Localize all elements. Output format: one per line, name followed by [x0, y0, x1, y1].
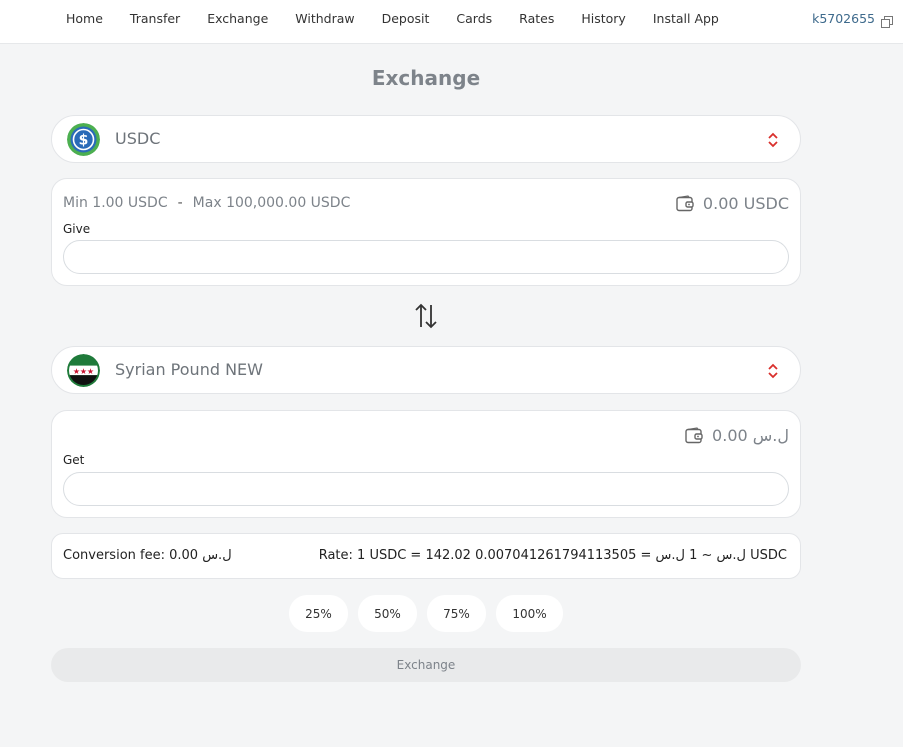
percent-75-button[interactable]: 75%: [427, 595, 486, 632]
account-info: k5702655: [812, 11, 893, 28]
amount-limits: Min 1.00 USDC - Max 100,000.00 USDC: [63, 195, 350, 211]
from-balance-value: 0.00 USDC: [702, 194, 789, 213]
usdc-icon: $: [67, 123, 100, 156]
nav-menu: Home Transfer Exchange Withdraw Deposit …: [66, 11, 746, 26]
swap-arrows-icon: [415, 303, 437, 329]
percent-100-button[interactable]: 100%: [496, 595, 563, 632]
exchange-rate: Rate: 1 USDC = 142.02 ل.س ~ 1 ل.س = 0.00…: [318, 548, 787, 563]
conversion-fee: Conversion fee: 0.00 ل.س: [63, 548, 232, 563]
conversion-info: Conversion fee: 0.00 ل.س Rate: 1 USDC = …: [51, 533, 801, 579]
percent-buttons: 25% 50% 75% 100%: [289, 595, 573, 632]
from-balance: 0.00 USDC: [676, 194, 789, 213]
nav-item-install-app[interactable]: Install App: [653, 11, 719, 26]
nav-item-withdraw[interactable]: Withdraw: [295, 11, 354, 26]
percent-25-button[interactable]: 25%: [289, 595, 348, 632]
from-currency-selector[interactable]: $ USDC: [51, 115, 801, 163]
get-amount-card: ل.س 0.00 Get: [51, 410, 801, 518]
page-title: Exchange: [371, 66, 481, 90]
nav-item-transfer[interactable]: Transfer: [130, 11, 180, 26]
to-balance-value: ل.س 0.00: [712, 426, 789, 445]
percent-50-button[interactable]: 50%: [358, 595, 417, 632]
nav-item-rates[interactable]: Rates: [519, 11, 554, 26]
nav-item-home[interactable]: Home: [66, 11, 103, 26]
syria-flag-icon: ★ ★ ★: [67, 354, 100, 387]
get-label: Get: [63, 453, 85, 467]
svg-text:★: ★: [87, 367, 94, 376]
nav-item-cards[interactable]: Cards: [456, 11, 492, 26]
give-amount-card: Min 1.00 USDC - Max 100,000.00 USDC 0.00 U…: [51, 178, 801, 286]
chevron-up-down-icon: [766, 130, 780, 150]
wallet-icon: [685, 427, 703, 444]
nav-item-exchange[interactable]: Exchange: [207, 11, 268, 26]
account-id: k5702655: [812, 11, 875, 26]
to-currency-label: Syrian Pound NEW: [115, 360, 263, 379]
chevron-up-down-icon: [766, 361, 780, 381]
wallet-icon: [676, 195, 694, 212]
exchange-submit-button[interactable]: Exchange: [51, 648, 801, 682]
swap-direction-button[interactable]: [413, 302, 439, 330]
max-limit: Max 100,000.00 USDC: [192, 195, 351, 211]
from-currency-label: USDC: [115, 129, 161, 148]
to-balance: ل.س 0.00: [685, 426, 789, 445]
give-label: Give: [63, 222, 91, 236]
nav-item-history[interactable]: History: [581, 11, 625, 26]
give-amount-input[interactable]: [63, 240, 789, 274]
get-amount-input[interactable]: [63, 472, 789, 506]
to-currency-selector[interactable]: ★ ★ ★ Syrian Pound NEW: [51, 346, 801, 394]
nav-item-deposit[interactable]: Deposit: [382, 11, 430, 26]
top-navigation: Home Transfer Exchange Withdraw Deposit …: [0, 0, 903, 44]
limit-separator: -: [177, 195, 183, 211]
copy-icon[interactable]: [881, 13, 893, 28]
svg-text:$: $: [79, 133, 89, 149]
min-limit: Min 1.00 USDC: [63, 195, 168, 211]
